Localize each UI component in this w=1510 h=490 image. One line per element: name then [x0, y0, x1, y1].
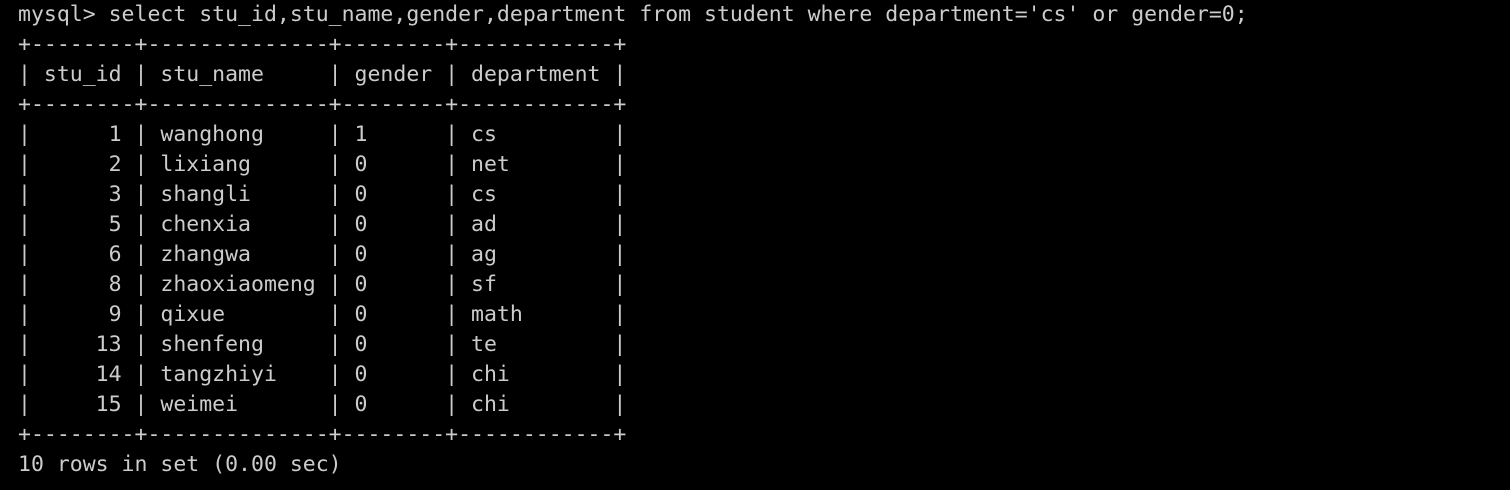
- table-row: | 8 | zhaoxiaomeng | 0 | sf |: [18, 272, 627, 297]
- table-row: | 14 | tangzhiyi | 0 | chi |: [18, 362, 627, 387]
- result-summary: 10 rows in set (0.00 sec): [18, 452, 342, 477]
- table-border-bottom: +--------+--------------+--------+------…: [18, 422, 627, 447]
- terminal-window[interactable]: mysql> select stu_id,stu_name,gender,dep…: [0, 0, 1510, 490]
- table-border-header: +--------+--------------+--------+------…: [18, 92, 627, 117]
- table-border-top: +--------+--------------+--------+------…: [18, 32, 627, 57]
- table-row: | 15 | weimei | 0 | chi |: [18, 392, 627, 417]
- table-row: | 5 | chenxia | 0 | ad |: [18, 212, 627, 237]
- table-header-row: | stu_id | stu_name | gender | departmen…: [18, 62, 627, 87]
- table-row: | 9 | qixue | 0 | math |: [18, 302, 627, 327]
- table-row: | 13 | shenfeng | 0 | te |: [18, 332, 627, 357]
- table-row: | 3 | shangli | 0 | cs |: [18, 182, 627, 207]
- table-row: | 2 | lixiang | 0 | net |: [18, 152, 627, 177]
- table-row: | 6 | zhangwa | 0 | ag |: [18, 242, 627, 267]
- command-line: mysql> select stu_id,stu_name,gender,dep…: [18, 2, 1248, 27]
- table-row: | 1 | wanghong | 1 | cs |: [18, 122, 627, 147]
